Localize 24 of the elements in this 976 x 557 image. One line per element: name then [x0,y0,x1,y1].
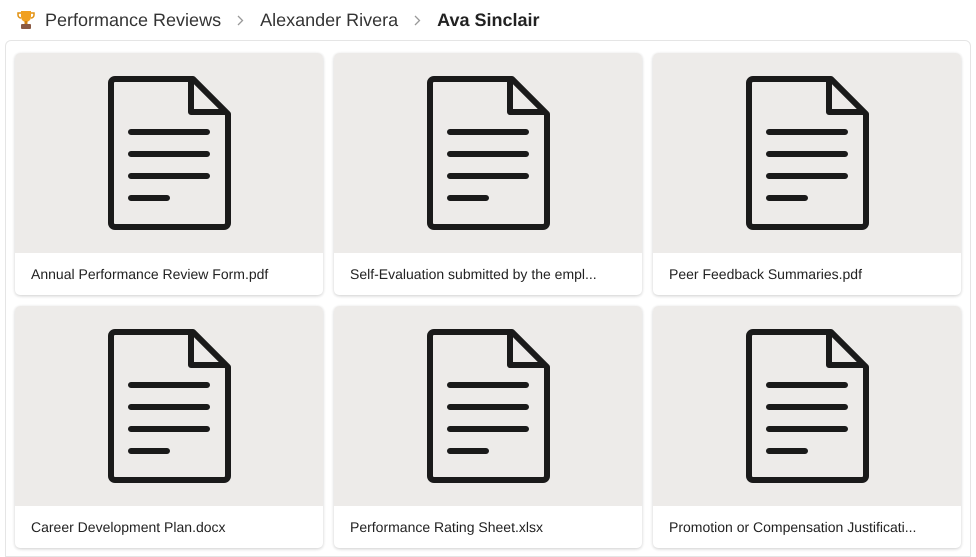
file-card[interactable]: Promotion or Compensation Justificati... [653,306,961,548]
file-name: Self-Evaluation submitted by the empl... [350,264,597,284]
document-icon [745,329,869,483]
file-name: Annual Performance Review Form.pdf [31,264,268,284]
file-card[interactable]: Performance Rating Sheet.xlsx [334,306,642,548]
chevron-right-icon [237,14,244,26]
document-icon [426,329,550,483]
document-icon [426,76,550,230]
file-name: Promotion or Compensation Justificati... [669,518,916,537]
breadcrumb-item[interactable]: Ava Sinclair [437,6,540,34]
document-icon [107,76,231,230]
file-name: Performance Rating Sheet.xlsx [350,518,543,537]
file-card[interactable]: Career Development Plan.docx [15,306,323,548]
document-icon [107,329,231,483]
file-card[interactable]: Peer Feedback Summaries.pdf [653,53,961,295]
file-name: Peer Feedback Summaries.pdf [669,264,862,284]
document-icon [745,76,869,230]
chevron-right-icon [414,14,422,26]
breadcrumb-item[interactable]: Performance Reviews [45,6,222,34]
file-card[interactable]: Self-Evaluation submitted by the empl... [334,53,642,295]
trophy-icon [17,10,35,30]
file-card[interactable]: Annual Performance Review Form.pdf [15,53,323,295]
file-name: Career Development Plan.docx [31,518,226,537]
breadcrumb-item[interactable]: Alexander Rivera [260,6,398,34]
